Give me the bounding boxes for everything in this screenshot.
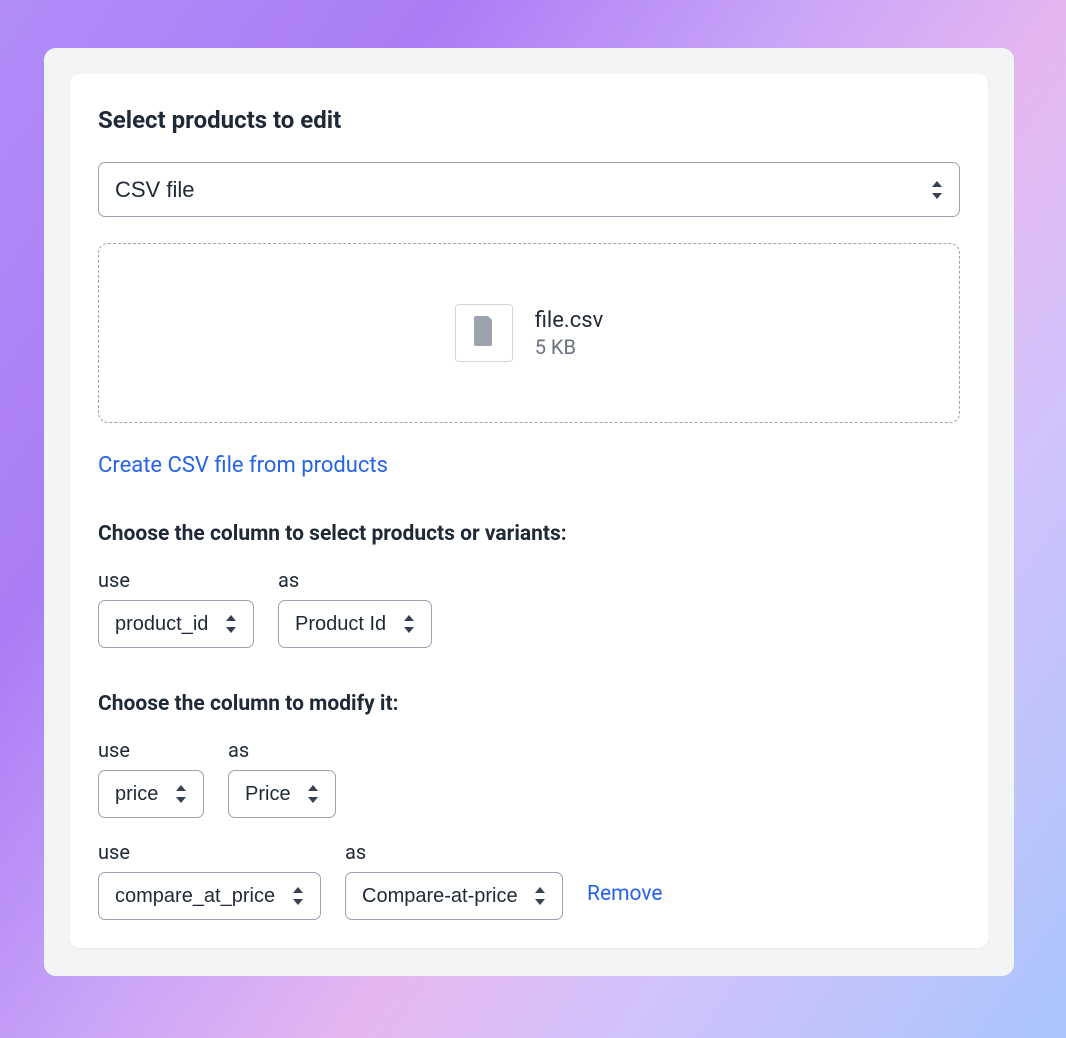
use-label: use — [98, 738, 204, 762]
selector-as-col: as Product Id — [278, 568, 432, 648]
file-icon-box — [455, 304, 513, 362]
file-meta: file.csv 5 KB — [535, 308, 604, 359]
source-select-wrapper: CSV file — [98, 162, 960, 217]
selector-as-select-wrapper: Product Id — [278, 600, 432, 648]
modify-as-select-wrapper: Compare-at-price — [345, 872, 563, 920]
modify-use-select-wrapper: compare_at_price — [98, 872, 321, 920]
file-icon — [472, 316, 496, 350]
use-label: use — [98, 840, 321, 864]
modify-use-select-wrapper: price — [98, 770, 204, 818]
modify-as-col: as Compare-at-price — [345, 840, 563, 920]
use-label: use — [98, 568, 254, 592]
modify-use-col: use price — [98, 738, 204, 818]
create-csv-link[interactable]: Create CSV file from products — [98, 453, 388, 478]
outer-panel: Select products to edit CSV file file.cs… — [44, 48, 1014, 976]
modify-use-select[interactable]: compare_at_price — [98, 872, 321, 920]
modify-as-select[interactable]: Compare-at-price — [345, 872, 563, 920]
modify-use-select[interactable]: price — [98, 770, 204, 818]
section-heading-modify: Choose the column to modify it: — [98, 692, 960, 716]
selector-use-select[interactable]: product_id — [98, 600, 254, 648]
source-select[interactable]: CSV file — [98, 162, 960, 217]
create-csv-row: Create CSV file from products — [98, 453, 960, 478]
modify-row: use compare_at_price as Compare-at-price — [98, 840, 960, 920]
as-label: as — [278, 568, 432, 592]
selector-as-select[interactable]: Product Id — [278, 600, 432, 648]
modify-as-col: as Price — [228, 738, 336, 818]
modify-use-col: use compare_at_price — [98, 840, 321, 920]
card: Select products to edit CSV file file.cs… — [70, 74, 988, 948]
selector-use-col: use product_id — [98, 568, 254, 648]
modify-row: use price as Price — [98, 738, 960, 818]
file-name: file.csv — [535, 308, 604, 333]
selector-use-select-wrapper: product_id — [98, 600, 254, 648]
file-size: 5 KB — [535, 335, 604, 359]
as-label: as — [345, 840, 563, 864]
modify-as-select-wrapper: Price — [228, 770, 336, 818]
section-heading-select: Choose the column to select products or … — [98, 522, 960, 546]
file-dropzone[interactable]: file.csv 5 KB — [98, 243, 960, 423]
modify-as-select[interactable]: Price — [228, 770, 336, 818]
page-title: Select products to edit — [98, 106, 960, 134]
remove-button[interactable]: Remove — [587, 882, 663, 920]
as-label: as — [228, 738, 336, 762]
selector-row: use product_id as Product Id — [98, 568, 960, 648]
